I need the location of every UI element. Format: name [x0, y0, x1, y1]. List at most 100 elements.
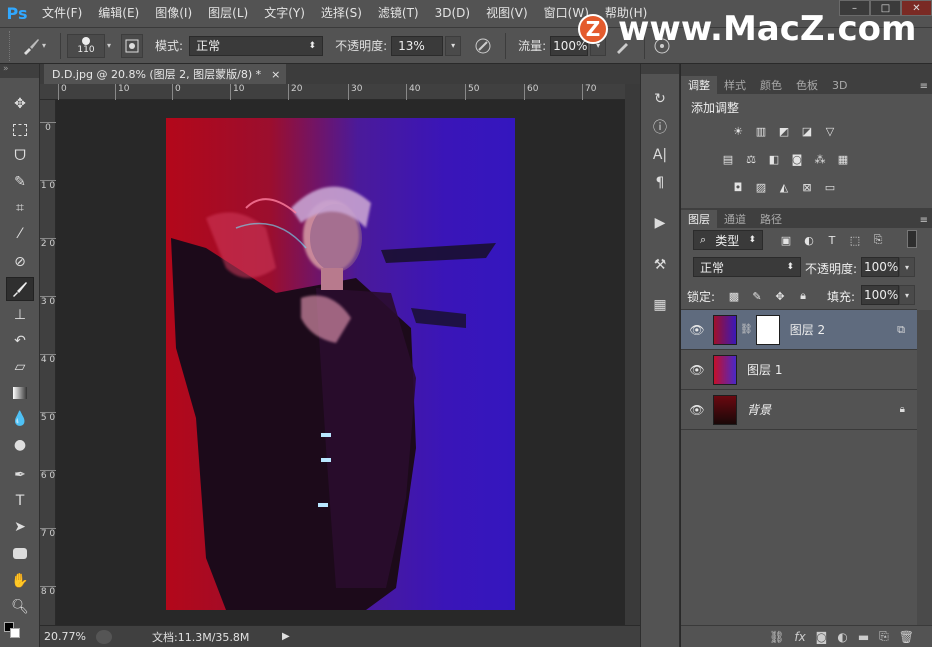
- layers-panel-menu-icon[interactable]: ≡: [916, 215, 932, 228]
- fill-input[interactable]: 100%: [861, 285, 899, 305]
- layer-style-icon[interactable]: fx: [794, 630, 805, 644]
- add-mask-icon[interactable]: ◙: [816, 630, 828, 644]
- info-panel-icon[interactable]: ⓘ: [649, 116, 671, 138]
- tool-presets-icon[interactable]: ⚒: [649, 254, 671, 276]
- quick-select-tool-icon[interactable]: ✎: [6, 170, 34, 194]
- visibility-eye-icon[interactable]: 👁︎: [681, 323, 713, 337]
- crop-tool-icon[interactable]: ⌗: [6, 196, 34, 220]
- visibility-eye-icon[interactable]: 👁︎: [681, 403, 713, 417]
- black-white-icon[interactable]: ◧: [765, 152, 783, 166]
- status-menu-arrow-icon[interactable]: ▶: [282, 631, 290, 642]
- layer-mask-thumbnail[interactable]: [755, 314, 780, 345]
- panel-dock-header[interactable]: [681, 64, 932, 74]
- new-layer-icon[interactable]: ⎘: [879, 629, 889, 644]
- marquee-tool-icon[interactable]: [6, 118, 34, 142]
- tab-3d[interactable]: 3D: [825, 76, 854, 94]
- dodge-tool-icon[interactable]: ●: [6, 433, 34, 457]
- new-group-icon[interactable]: ▬: [858, 630, 869, 644]
- filter-adjustment-icon[interactable]: ◐: [800, 233, 818, 247]
- tab-styles[interactable]: 样式: [717, 76, 753, 94]
- grip-handle[interactable]: [2, 30, 10, 61]
- zoom-level[interactable]: 20.77%: [44, 630, 92, 643]
- mode-select[interactable]: 正常 ⬍: [189, 35, 324, 56]
- tools-panel-header[interactable]: »: [0, 64, 39, 78]
- lock-all-icon[interactable]: 🔒︎: [794, 289, 812, 303]
- eraser-tool-icon[interactable]: ▱: [6, 355, 34, 379]
- menu-image[interactable]: 图像(I): [147, 0, 200, 27]
- filter-toggle[interactable]: [907, 230, 917, 248]
- menu-3d[interactable]: 3D(D): [427, 0, 478, 27]
- tool-preset-picker[interactable]: ▾: [16, 34, 50, 58]
- layer-row-layer2[interactable]: 👁︎ ⛓ 图层 2 ⧉: [681, 310, 917, 350]
- menu-type[interactable]: 文字(Y): [256, 0, 313, 27]
- status-icon[interactable]: [96, 629, 112, 644]
- visibility-eye-icon[interactable]: 👁︎: [681, 363, 713, 377]
- pen-tool-icon[interactable]: ✒: [6, 463, 34, 487]
- blur-tool-icon[interactable]: 💧: [6, 407, 34, 431]
- type-tool-icon[interactable]: T: [6, 489, 34, 513]
- gradient-map-icon[interactable]: ▭: [821, 180, 839, 194]
- document-image[interactable]: [166, 118, 515, 610]
- curves-icon[interactable]: ◩: [775, 124, 793, 138]
- paragraph-panel-icon[interactable]: ¶: [649, 172, 671, 194]
- tab-swatches[interactable]: 色板: [789, 76, 825, 94]
- healing-brush-tool-icon[interactable]: ⊘: [6, 250, 34, 274]
- color-swatches[interactable]: [4, 622, 20, 638]
- vertical-scrollbar[interactable]: [625, 84, 640, 625]
- pressure-opacity-toggle[interactable]: [471, 34, 495, 58]
- channel-mixer-icon[interactable]: ⁂: [811, 152, 829, 166]
- color-balance-icon[interactable]: ⚖: [742, 152, 760, 166]
- layer-row-background[interactable]: 👁︎ 背景 🔒︎: [681, 390, 917, 430]
- layer-filter-select[interactable]: ⌕ 类型 ⬍: [693, 230, 763, 250]
- brush-panel-toggle[interactable]: [121, 33, 144, 58]
- new-adjustment-icon[interactable]: ◐: [837, 630, 847, 644]
- exposure-icon[interactable]: ◪: [798, 124, 816, 138]
- layers-scrollbar[interactable]: [917, 310, 932, 626]
- menu-select[interactable]: 选择(S): [313, 0, 370, 27]
- filter-type-icon[interactable]: T: [823, 233, 841, 247]
- close-tab-icon[interactable]: ×: [271, 68, 280, 81]
- link-chain-icon[interactable]: ⛓: [740, 324, 753, 335]
- actions-panel-icon[interactable]: ▶: [649, 212, 671, 234]
- layer-opacity-input[interactable]: 100%: [861, 257, 899, 277]
- opacity-dropdown[interactable]: ▾: [445, 35, 462, 56]
- background-color[interactable]: [10, 628, 20, 638]
- dock-header[interactable]: [641, 64, 679, 74]
- filter-shape-icon[interactable]: ⬚: [846, 233, 864, 247]
- brightness-icon[interactable]: ☀: [729, 124, 747, 138]
- posterize-icon[interactable]: ▨: [752, 180, 770, 194]
- selective-color-icon[interactable]: ⊠: [798, 180, 816, 194]
- opacity-input[interactable]: 13%: [391, 35, 444, 56]
- brush-tool-icon[interactable]: [6, 277, 34, 301]
- tab-paths[interactable]: 路径: [753, 210, 789, 228]
- link-layers-icon[interactable]: ⛓: [769, 630, 784, 644]
- panel-menu-icon[interactable]: ≡: [916, 81, 932, 94]
- tab-adjustments[interactable]: 调整: [681, 76, 717, 94]
- lock-position-icon[interactable]: ✥: [771, 289, 789, 303]
- filter-pixel-icon[interactable]: ▣: [777, 233, 795, 247]
- hue-saturation-icon[interactable]: ▤: [719, 152, 737, 166]
- lasso-tool-icon[interactable]: ᗜ: [6, 144, 34, 168]
- chevron-down-icon[interactable]: ▾: [107, 41, 111, 50]
- lock-pixels-icon[interactable]: ✎: [748, 289, 766, 303]
- layer-opacity-dropdown[interactable]: ▾: [899, 257, 915, 277]
- history-panel-icon[interactable]: ↻: [649, 88, 671, 110]
- gradient-tool-icon[interactable]: [6, 381, 34, 405]
- tab-color[interactable]: 颜色: [753, 76, 789, 94]
- layer-row-layer1[interactable]: 👁︎ 图层 1: [681, 350, 917, 390]
- path-select-tool-icon[interactable]: ➤: [6, 515, 34, 539]
- menu-layer[interactable]: 图层(L): [200, 0, 256, 27]
- move-tool-icon[interactable]: ✥: [6, 92, 34, 116]
- levels-icon[interactable]: ▥: [752, 124, 770, 138]
- menu-filter[interactable]: 滤镜(T): [370, 0, 427, 27]
- history-brush-tool-icon[interactable]: ↶: [6, 329, 34, 353]
- hand-tool-icon[interactable]: ✋: [6, 569, 34, 593]
- eyedropper-tool-icon[interactable]: ⁄: [6, 222, 34, 246]
- delete-layer-icon[interactable]: 🗑︎: [899, 630, 914, 644]
- photo-filter-icon[interactable]: ◙: [788, 152, 806, 166]
- document-tab[interactable]: D.D.jpg @ 20.8% (图层 2, 图层蒙版/8) * ×: [44, 64, 286, 84]
- invert-icon[interactable]: ◘: [729, 180, 747, 194]
- clone-stamp-tool-icon[interactable]: ⊥: [6, 303, 34, 327]
- layer-comps-icon[interactable]: ▦: [649, 294, 671, 316]
- filter-smart-object-icon[interactable]: ⎘: [869, 233, 887, 247]
